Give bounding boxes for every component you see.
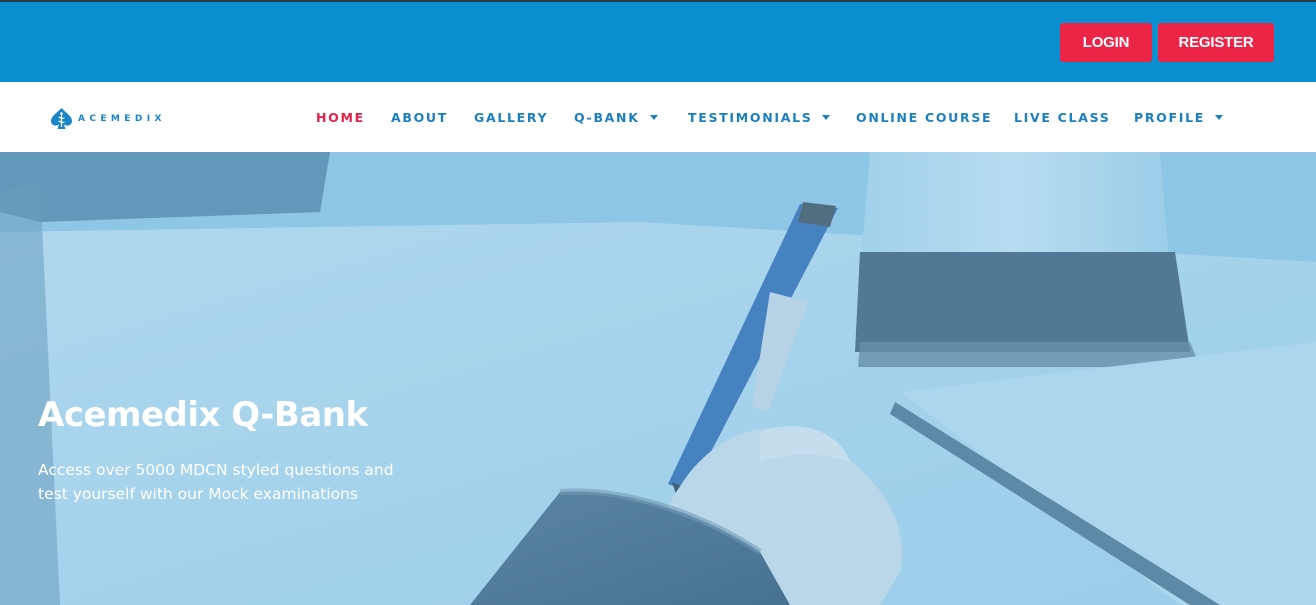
- main-navbar: ACEMEDIX HOME ABOUT GALLERY Q-BANK TESTI…: [0, 82, 1316, 152]
- nav-profile-label: PROFILE: [1134, 110, 1206, 125]
- nav-gallery[interactable]: GALLERY: [474, 110, 548, 125]
- hero-background-image: [0, 152, 1316, 605]
- nav-home[interactable]: HOME: [316, 110, 365, 125]
- site-logo[interactable]: ACEMEDIX: [49, 107, 166, 131]
- nav-online-course-label: ONLINE COURSE: [856, 110, 993, 125]
- top-bar: LOGIN REGISTER: [0, 0, 1316, 82]
- nav-testimonials-label: TESTIMONIALS: [688, 110, 813, 125]
- chevron-down-icon: [649, 115, 658, 120]
- logo-wordmark: ACEMEDIX: [78, 114, 166, 124]
- nav-online-course[interactable]: ONLINE COURSE: [856, 110, 992, 125]
- nav-live-class[interactable]: LIVE CLASS: [1014, 110, 1110, 125]
- hero-banner: Acemedix Q-Bank Access over 5000 MDCN st…: [0, 152, 1316, 605]
- nav-gallery-label: GALLERY: [474, 110, 549, 125]
- nav-q-bank-label: Q-BANK: [574, 110, 640, 125]
- spade-caduceus-icon: [51, 108, 72, 129]
- hero-title: Acemedix Q-Bank: [38, 395, 368, 435]
- nav-about[interactable]: ABOUT: [391, 110, 448, 125]
- nav-profile[interactable]: PROFILE: [1134, 110, 1224, 125]
- nav-testimonials[interactable]: TESTIMONIALS: [688, 110, 831, 125]
- chevron-down-icon: [1215, 115, 1224, 120]
- nav-q-bank[interactable]: Q-BANK: [574, 110, 658, 125]
- nav-home-label: HOME: [316, 110, 365, 125]
- nav-live-class-label: LIVE CLASS: [1014, 110, 1111, 125]
- hero-subtitle: Access over 5000 MDCN styled questions a…: [38, 461, 394, 503]
- register-button[interactable]: REGISTER: [1158, 23, 1274, 62]
- login-button[interactable]: LOGIN: [1060, 23, 1152, 62]
- nav-about-label: ABOUT: [391, 110, 449, 125]
- chevron-down-icon: [822, 115, 831, 120]
